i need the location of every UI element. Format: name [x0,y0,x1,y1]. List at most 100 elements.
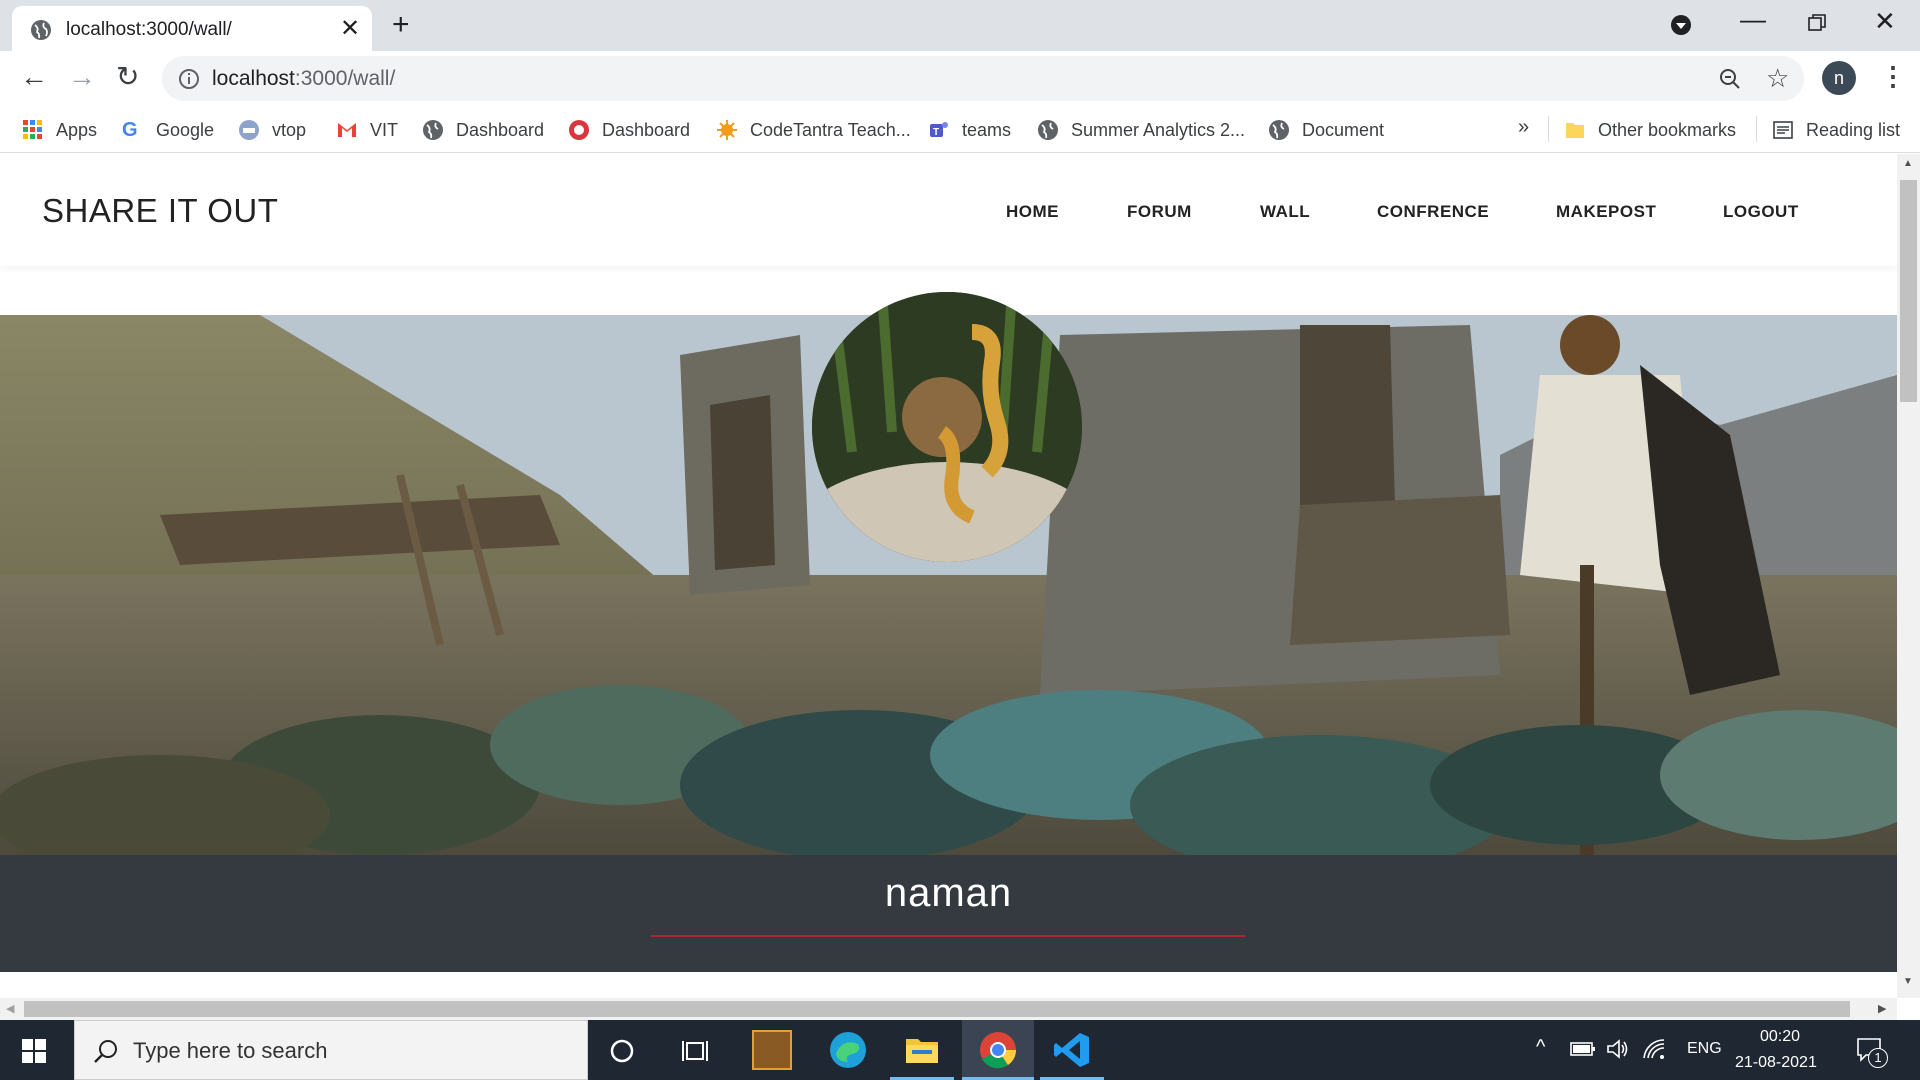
zoom-icon[interactable] [1718,67,1742,91]
tab-title: localhost:3000/wall/ [66,19,232,40]
bookmark-document[interactable]: Document [1268,116,1384,144]
bookmark-apps[interactable]: Apps [22,116,97,144]
site-navbar: SHARE IT OUT HOME FORUM WALL CONFRENCE M… [0,154,1897,266]
bookmark-dashboard-1[interactable]: Dashboard [422,116,544,144]
show-hidden-icons[interactable]: ^ [1536,1036,1545,1059]
scroll-up-icon[interactable]: ▲ [1903,158,1913,169]
bookmark-dashboard-2[interactable]: Dashboard [568,116,690,144]
horizontal-scrollbar[interactable]: ◀ ▶ [0,998,1897,1020]
globe-icon [1038,120,1058,140]
task-view-icon[interactable] [682,1038,710,1064]
vertical-scrollbar[interactable]: ▲ ▼ [1897,154,1920,998]
vscode-icon[interactable] [1052,1030,1092,1070]
clock-time[interactable]: 00:20 [1760,1028,1800,1046]
volume-icon[interactable] [1606,1038,1630,1060]
other-bookmarks[interactable]: Other bookmarks [1564,116,1736,144]
edge-icon[interactable] [828,1030,868,1070]
info-icon[interactable] [178,68,200,90]
close-tab-icon[interactable]: ✕ [340,14,360,43]
nav-logout[interactable]: LOGOUT [1723,202,1799,222]
profile-name: naman [884,871,1013,915]
browser-tab[interactable]: localhost:3000/wall/ ✕ [12,6,372,51]
scroll-down-icon[interactable]: ▼ [1903,976,1913,987]
bookmarks-bar: Apps G Google vtop VIT Dashboard Dashboa… [0,106,1920,153]
codetantra-icon [717,120,737,140]
forward-icon[interactable]: → [68,61,96,93]
gmail-icon [338,123,356,137]
teams-icon: T [930,122,948,138]
browser-tab-strip: localhost:3000/wall/ ✕ + — ✕ [0,0,1920,51]
bookmark-vit[interactable]: VIT [336,116,398,144]
bookmark-star-icon[interactable]: ☆ [1766,63,1789,94]
restore-icon[interactable] [1808,14,1826,32]
nav-forum[interactable]: FORUM [1127,202,1192,222]
file-explorer-icon[interactable] [902,1030,942,1070]
site-brand[interactable]: SHARE IT OUT [42,192,278,230]
bookmark-label: Google [156,119,215,140]
bookmark-label: Dashboard [602,119,691,140]
taskbar-search-placeholder: Type here to search [133,1038,328,1063]
url-text[interactable]: localhost:3000/wall/ [212,67,395,91]
horizontal-scroll-thumb[interactable] [24,1001,1850,1017]
url-path: :3000/wall/ [294,67,396,90]
dosbox-icon[interactable] [752,1030,792,1070]
wifi-icon[interactable] [1642,1038,1666,1060]
bookmark-label: Document [1302,119,1385,140]
bookmarks-overflow-icon[interactable]: » [1518,116,1529,139]
battery-icon[interactable] [1570,1040,1596,1058]
nav-makepost[interactable]: MAKEPOST [1556,202,1656,222]
bookmark-teams[interactable]: T teams [928,116,1011,144]
bookmark-vtop[interactable]: vtop [238,116,306,144]
scroll-left-icon[interactable]: ◀ [6,1002,14,1015]
new-tab-icon[interactable]: + [392,8,410,42]
windows-taskbar: Type here to search ^ ENG 00:20 21-08-20… [0,1020,1920,1080]
scroll-right-icon[interactable]: ▶ [1878,1002,1886,1015]
profile-avatar[interactable]: n [1822,61,1856,95]
chrome-icon[interactable] [978,1030,1018,1070]
google-icon: G [122,119,138,141]
name-divider [651,935,1245,937]
url-host: localhost [212,67,295,90]
page-viewport: SHARE IT OUT HOME FORUM WALL CONFRENCE M… [0,154,1897,998]
windows-start-icon[interactable] [22,1039,46,1063]
nav-wall[interactable]: WALL [1260,202,1310,222]
bookmark-label: CodeTantra Teach... [750,119,911,140]
menu-icon[interactable]: ⋮ [1880,61,1906,92]
bookmark-label: Summer Analytics 2... [1071,119,1246,140]
reload-icon[interactable]: ↻ [116,60,139,93]
bookmark-label: vtop [272,119,307,140]
bookmark-codetantra[interactable]: CodeTantra Teach... [716,116,911,144]
nav-confrence[interactable]: CONFRENCE [1377,202,1489,222]
vertical-scroll-thumb[interactable] [1900,180,1917,402]
other-bookmarks-label: Other bookmarks [1598,119,1737,140]
reading-list[interactable]: Reading list [1772,116,1900,144]
bookmarks-separator [1548,116,1549,142]
globe-icon [31,20,51,40]
back-icon[interactable]: ← [20,61,48,93]
bookmark-summer-analytics[interactable]: Summer Analytics 2... [1037,116,1245,144]
bookmark-label: Apps [56,119,98,140]
close-window-icon[interactable]: ✕ [1874,6,1896,37]
tab-search-icon[interactable] [1670,14,1692,36]
notification-badge: 1 [1868,1048,1888,1068]
globe-icon [423,120,443,140]
bookmark-google[interactable]: G Google [122,116,214,144]
dashboard-badge-icon [569,120,589,140]
taskbar-search-box[interactable]: Type here to search [74,1020,588,1080]
search-icon [94,1040,117,1063]
globe-icon [1269,120,1289,140]
seahorse-image [812,292,1082,562]
language-indicator[interactable]: ENG [1687,1040,1722,1058]
folder-icon [1566,123,1584,138]
minimize-icon[interactable]: — [1740,4,1766,35]
bookmark-label: Dashboard [456,119,545,140]
address-bar[interactable]: localhost:3000/wall/ ☆ [162,56,1804,101]
apps-grid-icon [23,120,42,139]
reading-list-icon [1773,121,1793,139]
nav-home[interactable]: HOME [1006,202,1059,222]
vtop-icon [239,120,259,140]
reading-list-label: Reading list [1806,119,1901,140]
profile-avatar-image[interactable] [812,292,1082,562]
clock-date[interactable]: 21-08-2021 [1735,1054,1817,1072]
cortana-icon[interactable] [609,1038,635,1064]
